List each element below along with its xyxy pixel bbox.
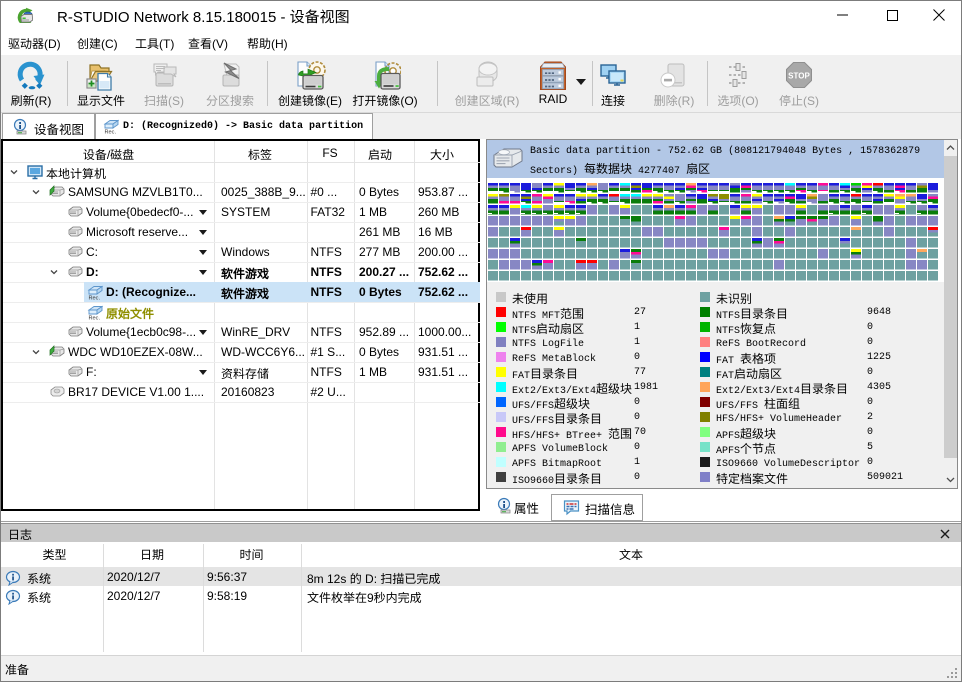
svg-text:STOP: STOP bbox=[788, 72, 810, 81]
svg-text:Rec.: Rec. bbox=[89, 296, 101, 301]
svg-text:Rec.: Rec. bbox=[89, 316, 101, 321]
svg-text:Rec.: Rec. bbox=[105, 130, 117, 135]
